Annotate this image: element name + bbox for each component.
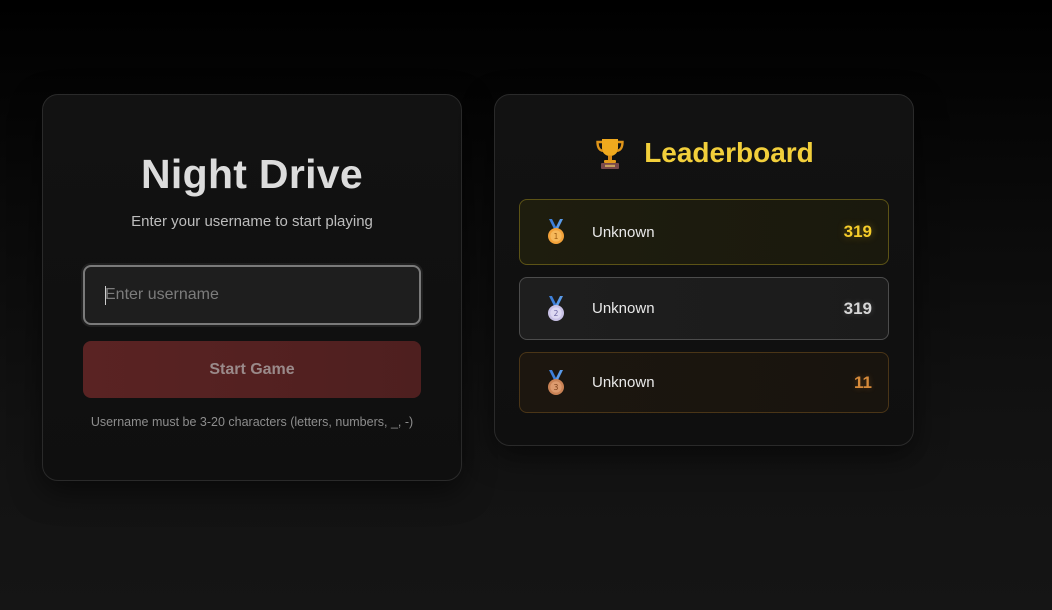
login-card: Night Drive Enter your username to start…	[42, 94, 462, 481]
leaderboard-card: Leaderboard 1 Unknown 319 2 Unknown 319	[494, 94, 914, 446]
start-game-button[interactable]: Start Game	[83, 341, 421, 398]
silver-medal-icon: 2	[548, 295, 564, 321]
player-score: 11	[854, 372, 872, 392]
player-name: Unknown	[592, 374, 655, 391]
svg-text:2: 2	[554, 309, 559, 318]
leaderboard-title: Leaderboard	[644, 137, 814, 168]
bronze-medal-icon: 3	[548, 369, 564, 395]
player-name: Unknown	[592, 223, 655, 241]
leaderboard-row: 3 Unknown 11	[519, 352, 889, 413]
player-name: Unknown	[592, 300, 655, 317]
player-score: 319	[843, 298, 872, 318]
text-caret	[105, 286, 106, 305]
trophy-icon	[596, 139, 624, 169]
leaderboard-row: 2 Unknown 319	[519, 277, 889, 340]
gold-medal-icon: 1	[548, 219, 564, 244]
player-score: 319	[843, 222, 872, 241]
login-subtitle: Enter your username to start playing	[131, 213, 373, 230]
username-input[interactable]	[83, 265, 421, 325]
game-title: Night Drive	[141, 151, 363, 197]
leaderboard-row: 1 Unknown 319	[519, 199, 889, 265]
username-hint: Username must be 3-20 characters (letter…	[90, 415, 414, 429]
svg-text:3: 3	[554, 383, 559, 392]
svg-text:1: 1	[554, 232, 559, 241]
leaderboard-header: Leaderboard	[495, 133, 913, 173]
